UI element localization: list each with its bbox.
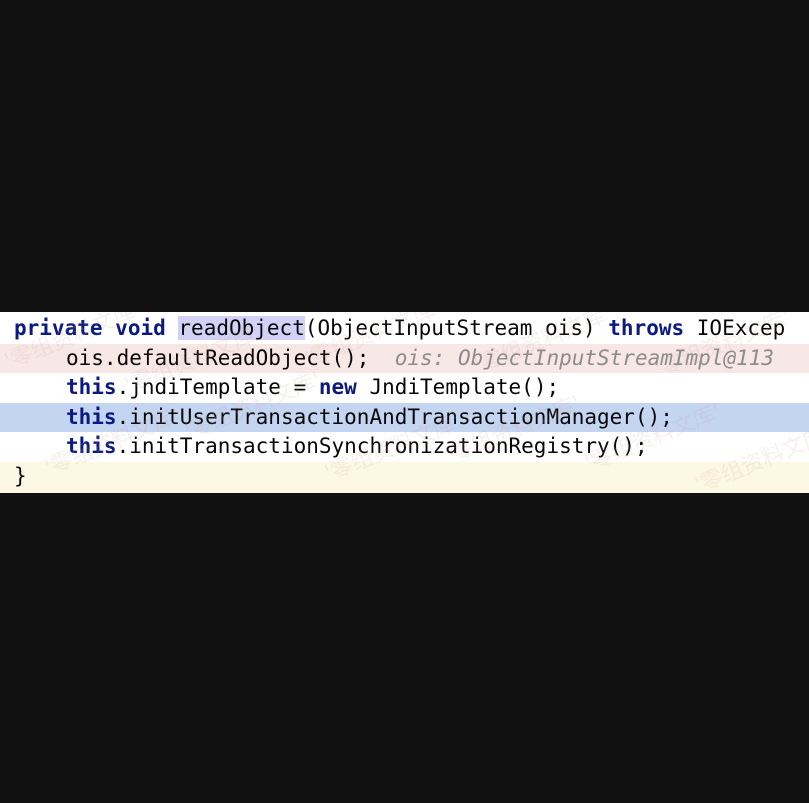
statement-text: .jndiTemplate =	[116, 375, 319, 399]
code-line-default-read-object[interactable]: ois.defaultReadObject(); ois: ObjectInpu…	[0, 343, 809, 374]
statement-text: ois.defaultReadObject();	[66, 345, 370, 370]
code-line-method-signature[interactable]: private void readObject(ObjectInputStrea…	[0, 314, 809, 344]
code-line-init-registry[interactable]: this.initTransactionSynchronizationRegis…	[0, 432, 809, 462]
code-line-current-execution[interactable]: this.initUserTransactionAndTransactionMa…	[0, 402, 809, 433]
code-editor[interactable]: private void readObject(ObjectInputStrea…	[0, 312, 809, 493]
debugger-inline-value: ois: ObjectInputStreamImpl@113	[394, 345, 775, 370]
keyword-new: new	[318, 375, 357, 399]
keyword-throws: throws	[608, 316, 685, 340]
screenshot-frame: private void readObject(ObjectInputStrea…	[0, 0, 809, 803]
method-signature: private void readObject(ObjectInputStrea…	[14, 314, 785, 344]
code-line-jndi-template[interactable]: this.jndiTemplate = new JndiTemplate();	[0, 373, 809, 403]
constructor-call: JndiTemplate();	[356, 375, 560, 399]
statement-init-user-transaction: this.initUserTransactionAndTransactionMa…	[14, 403, 673, 433]
statement-default-read-object: ois.defaultReadObject(); ois: ObjectInpu…	[14, 344, 774, 374]
code-line-closing-brace[interactable]: }	[0, 461, 809, 493]
keyword-private: private	[14, 316, 103, 340]
method-name-readobject: readObject	[178, 316, 305, 340]
keyword-this: this	[66, 404, 117, 429]
keyword-void: void	[115, 316, 166, 340]
exception-type: IOExcep	[684, 316, 786, 340]
keyword-this: this	[66, 375, 117, 399]
keyword-this: this	[66, 434, 117, 458]
statement-jndi-template: this.jndiTemplate = new JndiTemplate();	[14, 373, 559, 403]
statement-text: .initUserTransactionAndTransactionManage…	[116, 404, 673, 429]
statement-text: .initTransactionSynchronizationRegistry(…	[116, 434, 648, 458]
statement-init-registry: this.initTransactionSynchronizationRegis…	[14, 432, 648, 462]
parameter-list: (ObjectInputStream ois)	[304, 316, 609, 340]
closing-brace: }	[14, 463, 27, 488]
